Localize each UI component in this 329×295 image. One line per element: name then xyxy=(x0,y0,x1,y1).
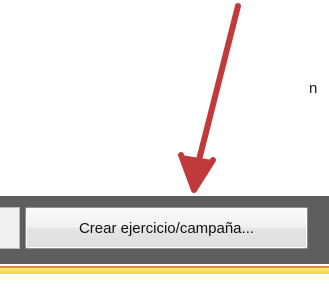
create-exercise-campaign-button[interactable]: Crear ejercicio/campaña... xyxy=(25,207,308,249)
arrow-shaft xyxy=(196,3,241,163)
adjacent-button-partial[interactable] xyxy=(0,207,20,249)
arrow-head-outline xyxy=(178,152,216,193)
screenshot-stage: n Crear ejercicio/campaña... xyxy=(0,0,329,295)
yellow-status-band xyxy=(0,268,329,274)
arrow-head xyxy=(181,155,213,190)
cut-off-text-fragment: n xyxy=(309,80,318,97)
